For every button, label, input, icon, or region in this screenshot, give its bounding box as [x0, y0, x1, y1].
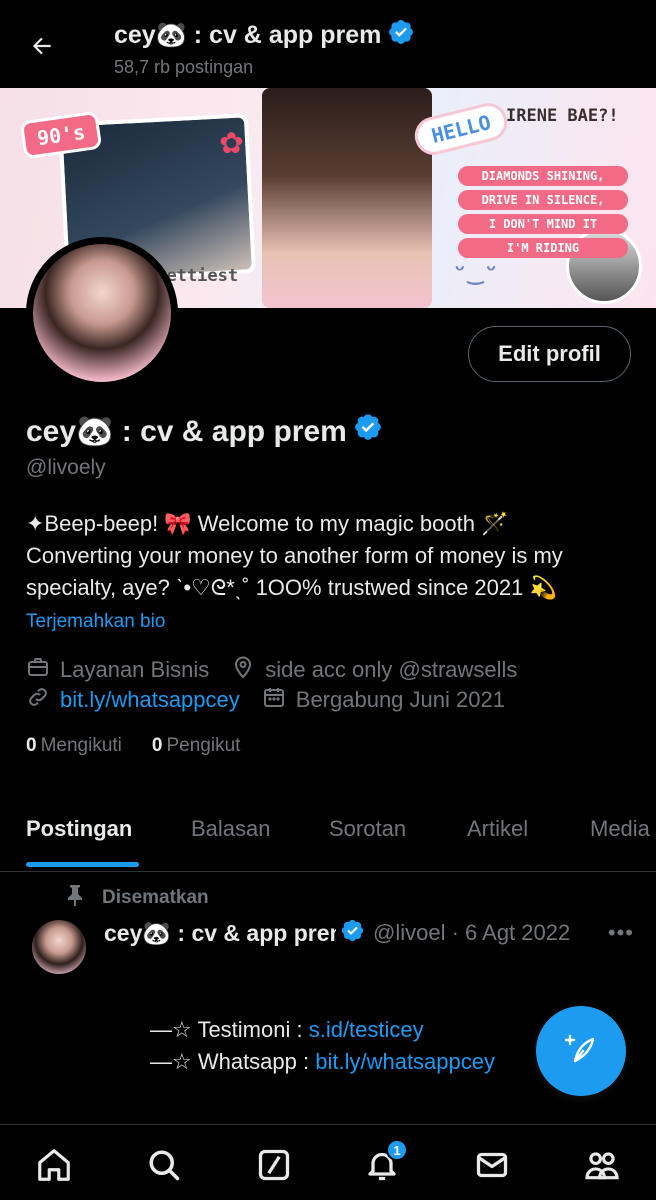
search-icon[interactable]: [144, 1145, 184, 1185]
bio-line: specialty, aye? ˋ•♡ᘓ*ˎ˚ 1OO% trustwed si…: [26, 575, 557, 600]
verified-badge-icon[interactable]: [353, 412, 383, 450]
profile-website[interactable]: bit.ly/whatsappcey: [26, 685, 240, 715]
compose-post-button[interactable]: [536, 1006, 626, 1096]
profile-handle: @livoely: [26, 456, 106, 479]
lyric-line: DRIVE IN SILENCE,: [458, 190, 628, 210]
post-author-name[interactable]: cey🐼 : cv & app prem: [104, 920, 336, 947]
profile-location: side acc only @strawsells: [231, 655, 517, 685]
banner-lyrics: DIAMONDS SHINING, DRIVE IN SILENCE, I DO…: [458, 166, 628, 262]
lyric-line: I DON'T MIND IT: [458, 214, 628, 234]
profile-avatar[interactable]: [26, 237, 178, 389]
tab-balasan[interactable]: Balasan: [191, 816, 271, 842]
bottom-navigation: 1: [0, 1124, 656, 1200]
profile-tabs: Postingan Balasan Sorotan Artikel Media: [0, 798, 656, 872]
pinned-indicator: Disematkan: [66, 884, 209, 912]
post-author-avatar[interactable]: [32, 920, 86, 974]
verified-badge-icon: [387, 18, 415, 53]
calendar-icon: [262, 685, 286, 715]
tab-artikel[interactable]: Artikel: [467, 816, 528, 842]
business-category: Layanan Bisnis: [26, 655, 209, 685]
communities-icon[interactable]: [582, 1145, 622, 1185]
post-header: cey🐼 : cv & app prem @livoel · 6 Agt 202…: [104, 916, 634, 950]
join-date: Bergabung Juni 2021: [262, 685, 505, 715]
back-arrow-icon[interactable]: [26, 30, 58, 62]
top-bar: cey🐼 : cv & app prem 58,7 rb postingan: [0, 0, 656, 88]
verified-badge-icon: [340, 918, 365, 948]
pin-icon: [66, 884, 84, 912]
active-tab-indicator: [26, 862, 139, 867]
edit-profile-button[interactable]: Edit profil: [468, 326, 631, 382]
grok-icon[interactable]: [254, 1145, 294, 1185]
banner-photo: [262, 88, 432, 308]
smiley-icon: ᵕ‿ᵕ: [452, 256, 499, 286]
bio-line: ✦Beep-beep! 🎀 Welcome to my magic booth …: [26, 511, 509, 536]
profile-meta-row: Layanan Bisnis side acc only @strawsells: [26, 655, 539, 685]
post-line: —☆ Whatsapp : bit.ly/whatsappcey: [150, 1049, 495, 1074]
follow-stats: 0 Mengikuti 0 Pengikut: [26, 735, 240, 757]
post-body: —☆ Testimoni : s.id/testicey —☆ Whatsapp…: [150, 1014, 495, 1078]
profile-name: cey🐼 : cv & app prem: [26, 412, 383, 450]
lyric-line: I'M RIDING: [458, 238, 628, 258]
mail-icon[interactable]: [472, 1145, 512, 1185]
location-pin-icon: [231, 655, 255, 685]
tab-sorotan[interactable]: Sorotan: [329, 816, 406, 842]
header-title: cey🐼 : cv & app prem: [114, 18, 415, 53]
profile-bio: ✦Beep-beep! 🎀 Welcome to my magic booth …: [26, 508, 636, 604]
tab-postingan[interactable]: Postingan: [26, 816, 132, 842]
translate-bio-link[interactable]: Terjemahkan bio: [26, 611, 165, 633]
profile-meta-row: bit.ly/whatsappcey Bergabung Juni 2021: [26, 685, 527, 715]
following-stat[interactable]: 0 Mengikuti: [26, 735, 122, 757]
link-icon: [26, 685, 50, 715]
notification-badge: 1: [386, 1139, 408, 1161]
testimoni-link[interactable]: s.id/testicey: [309, 1017, 424, 1042]
compose-feather-icon: [561, 1029, 601, 1074]
post-count: 58,7 rb postingan: [114, 57, 254, 77]
whatsapp-link[interactable]: bit.ly/whatsappcey: [315, 1049, 495, 1074]
briefcase-icon: [26, 655, 50, 685]
post-meta: @livoel · 6 Agt 2022: [373, 920, 571, 945]
more-options-icon[interactable]: •••: [608, 920, 634, 946]
avatar-photo: [33, 244, 171, 382]
bio-line: Converting your money to another form of…: [26, 543, 563, 568]
banner-sticker: IRENE BAE?!: [506, 106, 619, 126]
home-icon[interactable]: [34, 1145, 74, 1185]
post-line: —☆ Testimoni : s.id/testicey: [150, 1017, 424, 1042]
flower-icon: ✿: [220, 118, 243, 162]
tab-media[interactable]: Media: [590, 816, 650, 842]
followers-stat[interactable]: 0 Pengikut: [152, 735, 241, 757]
lyric-line: DIAMONDS SHINING,: [458, 166, 628, 186]
